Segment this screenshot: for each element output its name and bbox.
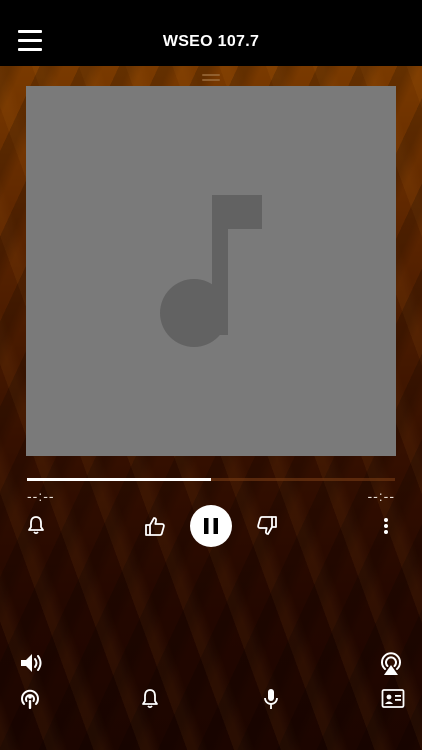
airplay-button[interactable] <box>378 650 404 676</box>
bell-icon <box>142 689 158 709</box>
more-options-button[interactable] <box>380 515 392 537</box>
album-artwork <box>26 86 396 456</box>
drag-handle-line <box>202 79 220 81</box>
app-header: WSEO 107.7 <box>0 0 422 66</box>
pause-icon <box>204 518 218 534</box>
volume-button[interactable] <box>19 651 45 675</box>
bell-icon <box>28 516 44 535</box>
drag-handle-line <box>202 74 220 76</box>
speaker-volume-icon <box>21 654 42 672</box>
elapsed-time: --:-- <box>27 488 55 504</box>
airplay-icon <box>381 652 401 675</box>
remaining-time: --:-- <box>367 488 395 504</box>
contact-button[interactable] <box>381 688 405 710</box>
podcast-button[interactable] <box>18 687 42 711</box>
thumbs-up-icon <box>145 517 165 536</box>
thumbs-down-icon <box>257 516 277 535</box>
more-vertical-icon <box>384 518 388 534</box>
drag-handle[interactable] <box>202 74 220 82</box>
contact-card-icon <box>381 689 405 708</box>
progress-fill <box>27 478 211 481</box>
microphone-button[interactable] <box>262 687 280 711</box>
music-note-icon <box>160 195 262 347</box>
dislike-button[interactable] <box>256 515 278 537</box>
station-title: WSEO 107.7 <box>162 33 260 50</box>
like-button[interactable] <box>144 515 166 537</box>
alert-button[interactable] <box>26 515 46 535</box>
progress-bar[interactable] <box>27 478 395 481</box>
podcast-icon <box>21 689 39 709</box>
pause-button[interactable] <box>190 505 232 547</box>
notifications-button[interactable] <box>140 688 160 710</box>
microphone-icon <box>264 689 278 709</box>
